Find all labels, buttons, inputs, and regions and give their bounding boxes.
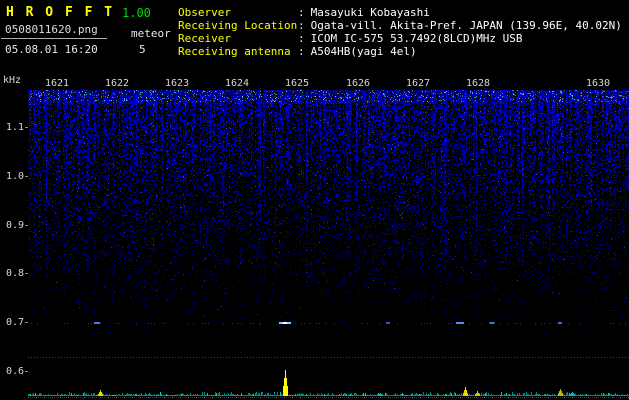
info-colon: : — [298, 32, 305, 45]
time-label-1628: 1628 — [465, 78, 491, 89]
info-label: Receiving Location — [178, 19, 298, 32]
info-colon: : — [298, 45, 305, 58]
station-info-block: Observer: Masayuki Kobayashi Receiving Lo… — [178, 6, 622, 58]
y-tick-label-0-6: 0.6 — [5, 366, 24, 377]
time-label-1622: 1622 — [104, 78, 130, 89]
time-label-1621: 1621 — [44, 78, 70, 89]
info-value: Masayuki Kobayashi — [310, 6, 430, 19]
y-tick-label-1-1: 1.1 — [5, 122, 24, 133]
signal-intensity-canvas — [28, 366, 629, 400]
info-colon: : — [298, 6, 305, 19]
info-value: ICOM IC-575 53.7492(8LCD)MHz USB — [310, 32, 523, 45]
info-colon: : — [298, 19, 305, 32]
y-tick-label-1-0: 1.0 — [5, 171, 24, 182]
app-title: H R O F F T — [6, 5, 115, 20]
info-value: A504HB(yagi 4el) — [310, 45, 417, 58]
hrofft-output-screen: H R O F F T 1.00 0508011620.png meteor 0… — [0, 0, 629, 400]
y-tick-label-0-7: 0.7 — [5, 317, 24, 328]
header-divider-line — [1, 38, 107, 39]
time-label-1624: 1624 — [224, 78, 250, 89]
y-tick-label-0-8: 0.8 — [5, 268, 24, 279]
info-label: Observer — [178, 6, 231, 19]
app-version: 1.00 — [122, 6, 151, 20]
time-label-1625: 1625 — [284, 78, 310, 89]
info-row-location: Receiving Location: Ogata-vill. Akita-Pre… — [178, 19, 622, 32]
observation-datetime: 05.08.01 16:20 — [5, 43, 98, 56]
spectrogram-canvas — [28, 90, 629, 358]
meteor-echo-count: 5 — [139, 43, 146, 56]
info-label: Receiver — [178, 32, 231, 45]
info-label: Receiving antenna — [178, 45, 291, 58]
info-row-observer: Observer: Masayuki Kobayashi — [178, 6, 622, 19]
time-label-1623: 1623 — [164, 78, 190, 89]
mode-label: meteor — [131, 27, 171, 40]
output-filename: 0508011620.png — [5, 23, 98, 36]
time-label-1627: 1627 — [405, 78, 431, 89]
time-label-1626: 1626 — [345, 78, 371, 89]
y-tick-label-0-9: 0.9 — [5, 220, 24, 231]
info-value: Ogata-vill. Akita-Pref. JAPAN (139.96E, … — [310, 19, 622, 32]
y-axis-unit-label: kHz — [3, 75, 22, 86]
time-label-1630: 1630 — [585, 78, 611, 89]
info-row-antenna: Receiving antenna: A504HB(yagi 4el) — [178, 45, 622, 58]
info-row-receiver: Receiver: ICOM IC-575 53.7492(8LCD)MHz US… — [178, 32, 622, 45]
